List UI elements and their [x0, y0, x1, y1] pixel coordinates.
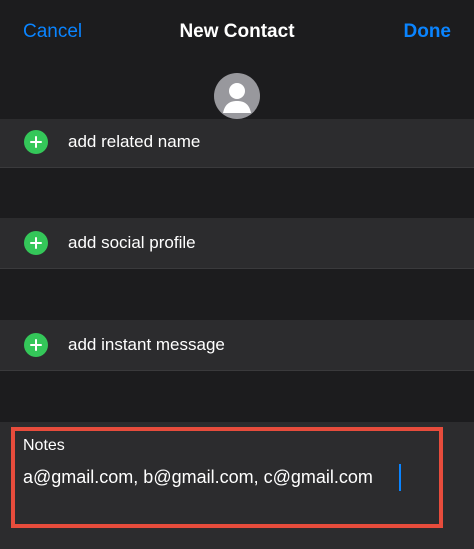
plus-circle-icon: [24, 231, 48, 255]
add-related-name-label: add related name: [68, 132, 201, 151]
add-social-profile-row[interactable]: add social profile: [0, 218, 474, 269]
add-instant-message-label: add instant message: [68, 335, 225, 354]
add-related-name-row[interactable]: add related name: [0, 119, 474, 168]
navigation-bar: Cancel New Contact Done: [0, 0, 474, 62]
plus-circle-icon: [24, 333, 48, 357]
contact-photo-button[interactable]: [214, 73, 260, 119]
add-social-profile-label: add social profile: [68, 233, 196, 252]
new-contact-screen: Cancel New Contact Done add related name…: [0, 0, 474, 549]
add-instant-message-row[interactable]: add instant message: [0, 320, 474, 371]
done-button[interactable]: Done: [404, 20, 452, 44]
plus-circle-icon: [24, 130, 48, 154]
person-icon: [223, 83, 251, 113]
notes-highlight-box: [11, 427, 443, 528]
